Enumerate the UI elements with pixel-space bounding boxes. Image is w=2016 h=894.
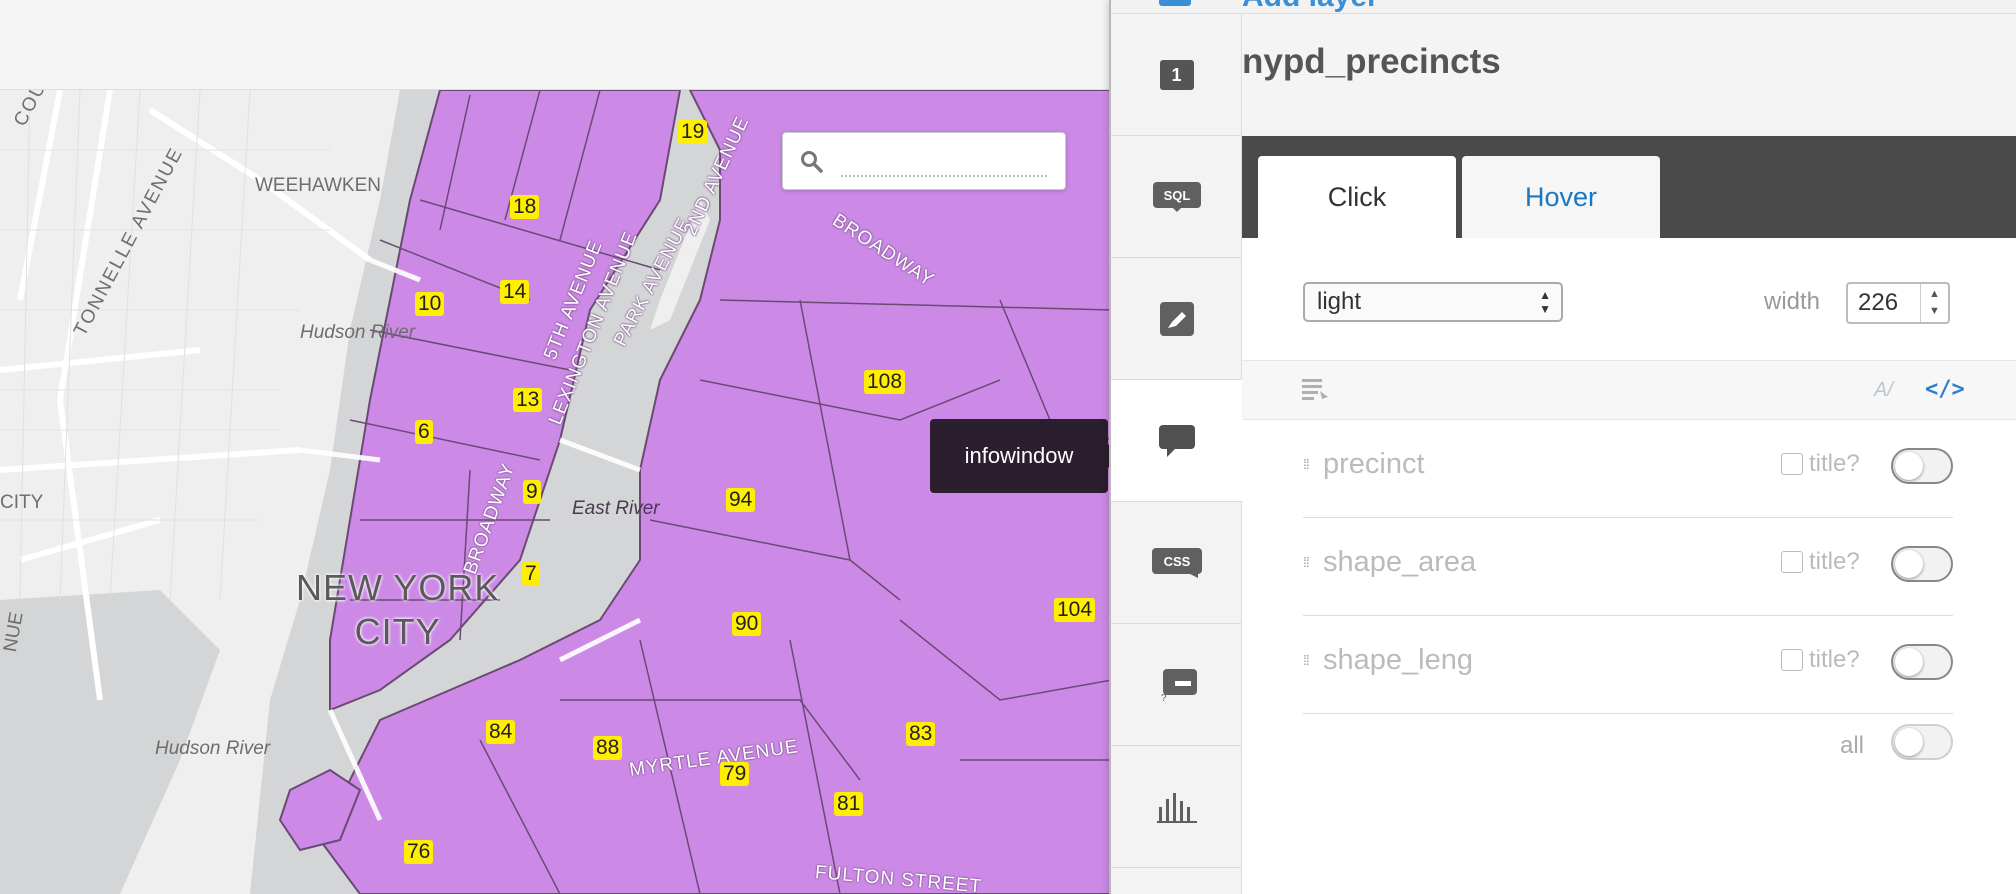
field-row-shape-leng: ⁞⁞ shape_leng title?	[1303, 616, 1953, 714]
field-row-precinct: ⁞⁞ precinct title?	[1303, 420, 1953, 518]
precinct-label: 19	[678, 120, 708, 144]
field-name: shape_leng	[1323, 644, 1473, 676]
drag-handle-icon[interactable]: ⁞⁞	[1303, 554, 1310, 570]
map-label-weehawken: WEEHAWKEN	[255, 175, 381, 196]
search-underline	[841, 175, 1047, 177]
sidebar-item-legend[interactable]: ?	[1111, 624, 1242, 746]
map-label-east-river: East River	[572, 498, 660, 519]
precinct-label: 84	[486, 720, 516, 744]
layer-number-badge: 1	[1159, 59, 1194, 90]
css-icon: CSS	[1151, 547, 1202, 578]
title-checkbox[interactable]	[1781, 453, 1803, 475]
title-label: title?	[1809, 646, 1860, 673]
font-style-icon[interactable]: A/	[1874, 379, 1893, 402]
precinct-label: 76	[404, 840, 434, 864]
precinct-label: 13	[513, 388, 543, 412]
width-value: 226	[1858, 289, 1899, 316]
precinct-label: 90	[732, 612, 762, 636]
toggle-knob	[1895, 550, 1923, 578]
precinct-label: 10	[415, 292, 445, 316]
code-icon[interactable]: </>	[1925, 377, 1965, 402]
svg-text:CSS: CSS	[1163, 554, 1190, 569]
fields-toolbar: A/ </>	[1242, 360, 2016, 420]
fields-list-icon[interactable]	[1302, 379, 1328, 401]
theme-select[interactable]: light ▲ ▼	[1303, 282, 1563, 322]
drag-handle-icon[interactable]: ⁞⁞	[1303, 652, 1310, 668]
layer-sidebar: 1 SQL CSS ?	[1111, 14, 1242, 894]
precinct-label: 83	[906, 722, 936, 746]
add-layer-icon[interactable]	[1159, 0, 1191, 6]
sidebar-item-css[interactable]: CSS	[1111, 502, 1242, 624]
infowindow-tooltip: infowindow	[930, 419, 1120, 493]
title-checkbox-group[interactable]: title?	[1781, 548, 1860, 576]
top-bar	[0, 0, 1112, 90]
precinct-label: 6	[415, 420, 433, 444]
sidebar-item-infowindow[interactable]	[1111, 380, 1242, 502]
field-toggle[interactable]	[1891, 448, 1953, 484]
sidebar-item-sql[interactable]: SQL	[1111, 136, 1242, 258]
precinct-label: 88	[593, 736, 623, 760]
width-label: width	[1764, 288, 1821, 315]
tab-hover[interactable]: Hover	[1462, 156, 1660, 238]
title-label: title?	[1809, 548, 1860, 575]
map-label-city: CITY	[0, 492, 44, 513]
title-checkbox[interactable]	[1781, 649, 1803, 671]
field-toggle[interactable]	[1891, 644, 1953, 680]
histogram-icon	[1156, 792, 1197, 823]
map-label-new-york-city: NEW YORK CITY	[296, 566, 499, 654]
precinct-label: 108	[864, 370, 906, 394]
map-label-hudson-river: Hudson River	[300, 322, 416, 343]
theme-select-value: light	[1317, 288, 1362, 315]
precinct-label: 9	[523, 480, 541, 504]
select-arrows-icon: ▲ ▼	[1539, 288, 1551, 316]
precinct-label: 18	[510, 195, 540, 219]
title-checkbox-group[interactable]: title?	[1781, 646, 1860, 674]
sidebar-item-layer-number[interactable]: 1	[1111, 14, 1242, 136]
title-checkbox-group[interactable]: title?	[1781, 450, 1860, 478]
toggle-knob	[1895, 452, 1923, 480]
precinct-label: 79	[720, 762, 750, 786]
width-stepper[interactable]: ▲ ▼	[1920, 284, 1948, 322]
sidebar-item-histogram[interactable]	[1111, 746, 1242, 868]
layer-panel: Add layer nypd_precincts 1 SQL	[1109, 0, 2016, 894]
search-icon	[801, 151, 823, 173]
precinct-label: 7	[522, 562, 540, 586]
add-layer-bar[interactable]: Add layer	[1111, 0, 2016, 14]
field-toggle[interactable]	[1891, 546, 1953, 582]
toggle-knob	[1895, 728, 1923, 756]
sql-icon: SQL	[1152, 181, 1201, 212]
precinct-label: 94	[726, 488, 756, 512]
speech-bubble-icon	[1158, 424, 1195, 457]
field-row-shape-area: ⁞⁞ shape_area title?	[1303, 518, 1953, 616]
legend-icon: ?	[1161, 668, 1197, 701]
infowindow-tabs-bar: Click Hover	[1242, 136, 2016, 238]
field-name: precinct	[1323, 448, 1425, 480]
precinct-label: 14	[500, 280, 530, 304]
width-input[interactable]: 226 ▲ ▼	[1846, 282, 1950, 324]
paintbrush-icon	[1159, 301, 1194, 336]
field-name: shape_area	[1323, 546, 1477, 578]
nyc-line-2: CITY	[354, 611, 441, 652]
all-fields-row: all	[1303, 714, 1953, 774]
map-search-input[interactable]	[782, 132, 1066, 190]
toggle-knob	[1895, 648, 1923, 676]
tab-click[interactable]: Click	[1258, 156, 1456, 238]
sidebar-item-wizard[interactable]	[1111, 258, 1242, 380]
drag-handle-icon[interactable]: ⁞⁞	[1303, 456, 1310, 472]
add-layer-link[interactable]: Add layer	[1242, 0, 1379, 13]
layer-name[interactable]: nypd_precincts	[1242, 42, 1501, 82]
title-checkbox[interactable]	[1781, 551, 1803, 573]
map-label-hudson-river-2: Hudson River	[155, 738, 271, 759]
infowindow-content: light ▲ ▼ width 226 ▲ ▼ A/ </> ⁞⁞ precin…	[1242, 238, 2016, 894]
svg-text:?: ?	[1161, 693, 1167, 701]
precinct-label: 81	[834, 792, 864, 816]
all-label: all	[1840, 732, 1865, 759]
all-fields-toggle[interactable]	[1891, 724, 1953, 760]
svg-text:SQL: SQL	[1163, 188, 1190, 203]
title-label: title?	[1809, 450, 1860, 477]
precinct-label: 104	[1054, 598, 1096, 622]
